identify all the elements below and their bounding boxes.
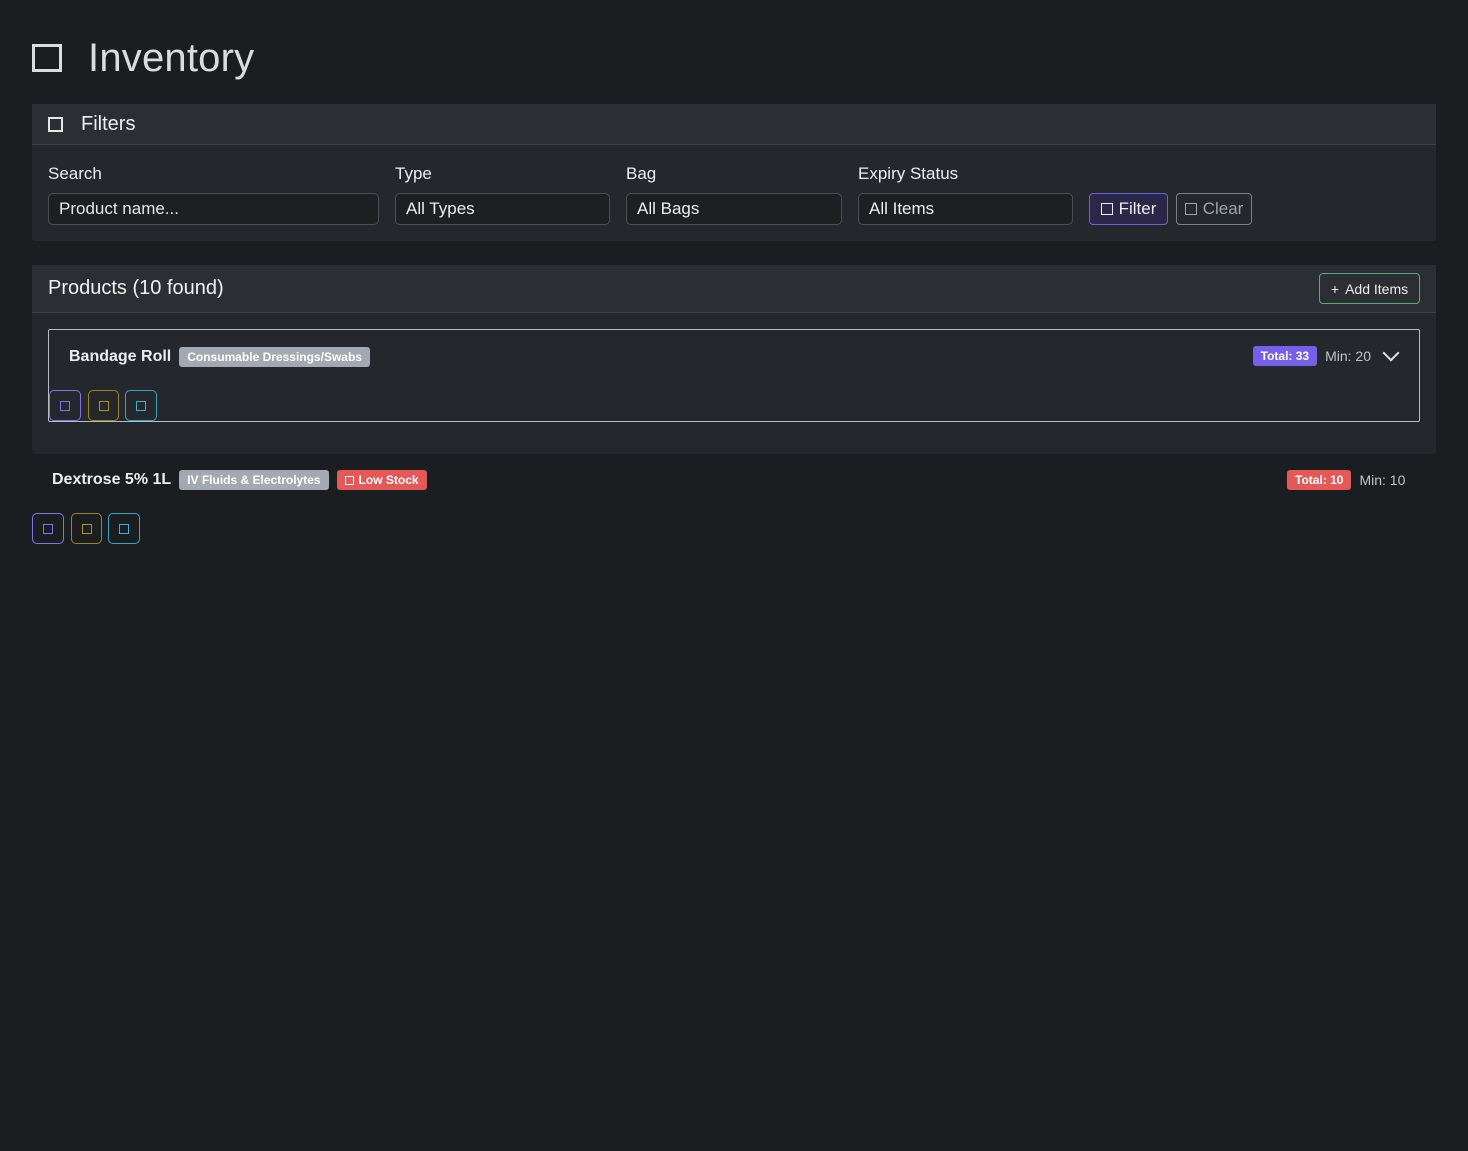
filters-header: Filters bbox=[32, 104, 1436, 145]
filter-icon bbox=[48, 116, 63, 132]
type-label: Type bbox=[395, 164, 432, 183]
warning-icon bbox=[344, 476, 354, 485]
inventory-page: Inventory Filters Search Type All Types … bbox=[0, 0, 1468, 1151]
info-icon bbox=[136, 400, 146, 411]
product-title-row: Bandage Roll Consumable Dressings/Swabs bbox=[69, 347, 370, 367]
edit-button[interactable] bbox=[71, 513, 102, 544]
expiry-status-label: Expiry Status bbox=[858, 164, 959, 183]
expiry-status-select-value: All Items bbox=[869, 199, 935, 218]
clear-icon bbox=[1184, 203, 1197, 215]
type-select-value: All Types bbox=[406, 199, 475, 218]
edit-icon bbox=[81, 523, 92, 534]
products-title: Products (10 found) bbox=[48, 277, 224, 299]
edit-button[interactable] bbox=[88, 390, 119, 421]
page-header: Inventory bbox=[32, 30, 254, 86]
plus-icon: + bbox=[1330, 280, 1340, 297]
bag-select[interactable]: All Bags bbox=[626, 193, 842, 225]
filter-button[interactable]: Filter bbox=[1089, 193, 1168, 225]
add-items-label: Add Items bbox=[1345, 280, 1409, 297]
info-button[interactable] bbox=[125, 390, 157, 421]
type-select[interactable]: All Types bbox=[395, 193, 610, 225]
bag-label: Bag bbox=[626, 164, 657, 183]
view-icon bbox=[60, 400, 70, 411]
search-label: Search bbox=[48, 164, 102, 183]
product-stock-info: Total: 10 Min: 10 bbox=[1287, 470, 1405, 490]
add-items-button[interactable]: + Add Items bbox=[1319, 273, 1420, 304]
low-stock-label: Low Stock bbox=[358, 473, 419, 487]
products-card: Products (10 found) + Add Items Bandage … bbox=[32, 265, 1436, 454]
box-icon bbox=[32, 44, 62, 72]
search-input[interactable] bbox=[48, 193, 379, 225]
clear-button-label: Clear bbox=[1202, 199, 1244, 218]
expiry-status-select[interactable]: All Items bbox=[858, 193, 1073, 225]
filter-button-icon bbox=[1100, 203, 1113, 215]
filters-title: Filters bbox=[81, 112, 136, 135]
low-stock-badge: Low Stock bbox=[336, 470, 427, 490]
category-badge: IV Fluids & Electrolytes bbox=[179, 470, 329, 490]
view-button[interactable] bbox=[32, 513, 64, 544]
product-name: Bandage Roll bbox=[69, 348, 172, 365]
chevron-down-icon[interactable] bbox=[1382, 344, 1400, 362]
category-badge: Consumable Dressings/Swabs bbox=[179, 347, 370, 367]
total-badge: Total: 33 bbox=[1252, 346, 1318, 366]
edit-icon bbox=[98, 400, 109, 411]
info-button[interactable] bbox=[108, 513, 140, 544]
product-name: Dextrose 5% 1L bbox=[52, 471, 172, 488]
min-quantity: Min: 20 bbox=[1325, 348, 1371, 364]
view-icon bbox=[43, 523, 53, 534]
total-badge: Total: 10 bbox=[1287, 470, 1352, 490]
product-stock-info: Total: 33 Min: 20 bbox=[1252, 344, 1400, 366]
product-title-row: Dextrose 5% 1L IV Fluids & Electrolytes … bbox=[52, 470, 427, 490]
info-icon bbox=[119, 523, 129, 534]
filter-button-label: Filter bbox=[1118, 199, 1157, 218]
min-quantity: Min: 10 bbox=[1359, 472, 1406, 488]
view-button[interactable] bbox=[49, 390, 81, 421]
page-title: Inventory bbox=[88, 35, 255, 80]
products-header: Products (10 found) + Add Items bbox=[32, 265, 1436, 313]
clear-button[interactable]: Clear bbox=[1176, 193, 1252, 225]
filters-card: Filters Search Type All Types Bag All Ba… bbox=[32, 104, 1436, 241]
product-item[interactable]: Bandage Roll Consumable Dressings/Swabs … bbox=[48, 329, 1420, 422]
bag-select-value: All Bags bbox=[637, 199, 700, 218]
